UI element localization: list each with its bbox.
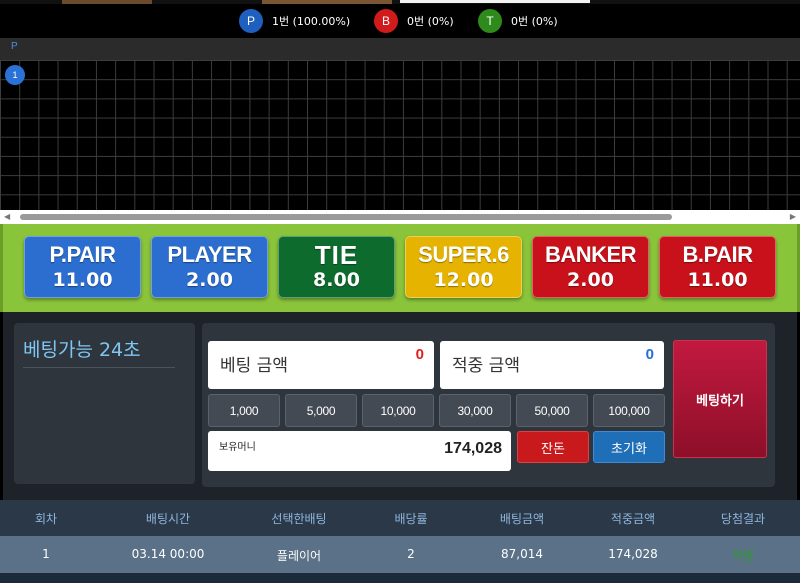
board-odds: 2.00 [186,269,233,291]
board-super-6[interactable]: SUPER.6 12.00 [405,236,522,298]
board-tie[interactable]: TIE 8.00 [278,236,395,298]
table-cell: 87,014 [501,547,543,561]
balance-field: 보유머니 174,028 [208,431,511,471]
chip-10000[interactable]: 10,000 [362,394,434,427]
betting-boards: P.PAIR 11.00 PLAYER 2.00 TIE 8.00 SUPER.… [0,224,800,312]
change-button[interactable]: 잔돈 [517,431,589,463]
result-cell: 적중 [731,549,755,563]
board-odds: 2.00 [567,269,614,291]
board-player-pair[interactable]: P.PAIR 11.00 [24,236,141,298]
board-player[interactable]: PLAYER 2.00 [151,236,268,298]
game-screen: P 1번 (100.00%) B 0번 (0%) T 0번 (0%) P 1 ◀… [0,0,800,583]
tie-stat: T 0번 (0%) [478,8,558,34]
scrollbar-thumb[interactable] [20,214,672,220]
banker-count: 0번 (0%) [407,15,454,28]
table-cell: 플레이어 [276,549,322,563]
betting-panel: 베팅가능 24초 베팅 금액 0 적중 금액 0 1,000 5,000 10,… [3,312,797,500]
board-odds: 8.00 [313,269,360,291]
result-stats-bar: P 1번 (100.00%) B 0번 (0%) T 0번 (0%) [0,4,800,38]
board-banker-pair[interactable]: B.PAIR 11.00 [659,236,776,298]
tie-count: 0번 (0%) [511,15,558,28]
board-name: B.PAIR [682,242,753,267]
bet-amount-field: 베팅 금액 0 [208,341,434,389]
column-header: 당첨결과 [720,512,766,526]
chip-50000[interactable]: 50,000 [516,394,588,427]
board-name: BANKER [544,242,637,267]
board-name: TIE [314,240,359,270]
board-odds: 11.00 [687,269,748,291]
road-map-grid [0,60,800,213]
bet-controls: 베팅 금액 0 적중 금액 0 1,000 5,000 10,000 30,00… [202,323,775,487]
timer-divider [23,367,175,368]
table-cell: 2 [407,547,415,561]
column-header: 배팅금액 [499,512,545,526]
banker-badge: B [374,9,398,33]
table-cell: 1 [42,547,50,561]
bet-history-table: 회차 배팅시간 선택한배팅 배당률 배팅금액 적중금액 당첨결과 1 03.14… [0,500,800,583]
win-amount-field: 적중 금액 0 [440,341,664,389]
column-header: 배팅시간 [145,512,191,526]
balance-label: 보유머니 [219,442,256,453]
table-cell: 03.14 00:00 [131,547,205,561]
banker-stat: B 0번 (0%) [374,8,454,34]
win-amount-label: 적중 금액 [452,356,520,376]
betting-timer: 베팅가능 24초 [14,323,195,484]
board-name: PLAYER [167,242,252,267]
table-cell: 174,028 [608,547,658,561]
road-map-header-label: P [11,41,18,52]
table-header: 회차 배팅시간 선택한배팅 배당률 배팅금액 적중금액 당첨결과 [0,500,800,536]
column-header: 회차 [34,512,58,526]
board-banker[interactable]: BANKER 2.00 [532,236,649,298]
table-footer [0,573,800,583]
chip-100000[interactable]: 100,000 [593,394,665,427]
board-odds: 11.00 [52,269,113,291]
player-badge: P [239,9,263,33]
board-name: P.PAIR [49,242,116,267]
board-name: SUPER.6 [418,242,509,267]
win-amount-value: 0 [645,346,654,363]
chip-buttons: 1,000 5,000 10,000 30,000 50,000 100,000 [208,394,665,428]
road-map: P 1 [0,38,800,213]
road-map-scrollbar[interactable]: ◀ ▶ [0,210,800,224]
tie-badge: T [478,9,502,33]
reset-button[interactable]: 초기화 [593,431,665,463]
column-header: 적중금액 [610,512,656,526]
chip-30000[interactable]: 30,000 [439,394,511,427]
chip-5000[interactable]: 5,000 [285,394,357,427]
player-count: 1번 (100.00%) [272,15,351,28]
bet-amount-value: 0 [415,346,424,363]
player-stat: P 1번 (100.00%) [239,8,350,34]
place-bet-button[interactable]: 베팅하기 [673,340,767,458]
table-row: 1 03.14 00:00 플레이어 2 87,014 174,028 적중 [0,536,800,573]
bet-amount-label: 베팅 금액 [220,356,288,376]
thumbnail [400,0,590,3]
board-odds: 12.00 [433,269,494,291]
road-bead: 1 [5,65,25,85]
chip-1000[interactable]: 1,000 [208,394,280,427]
scroll-right-icon[interactable]: ▶ [790,212,796,221]
balance-value: 174,028 [444,440,502,457]
road-map-header: P [0,38,800,60]
timer-text: 베팅가능 24초 [23,339,141,361]
column-header: 배당률 [394,512,428,526]
scroll-left-icon[interactable]: ◀ [4,212,10,221]
column-header: 선택한배팅 [271,512,327,526]
